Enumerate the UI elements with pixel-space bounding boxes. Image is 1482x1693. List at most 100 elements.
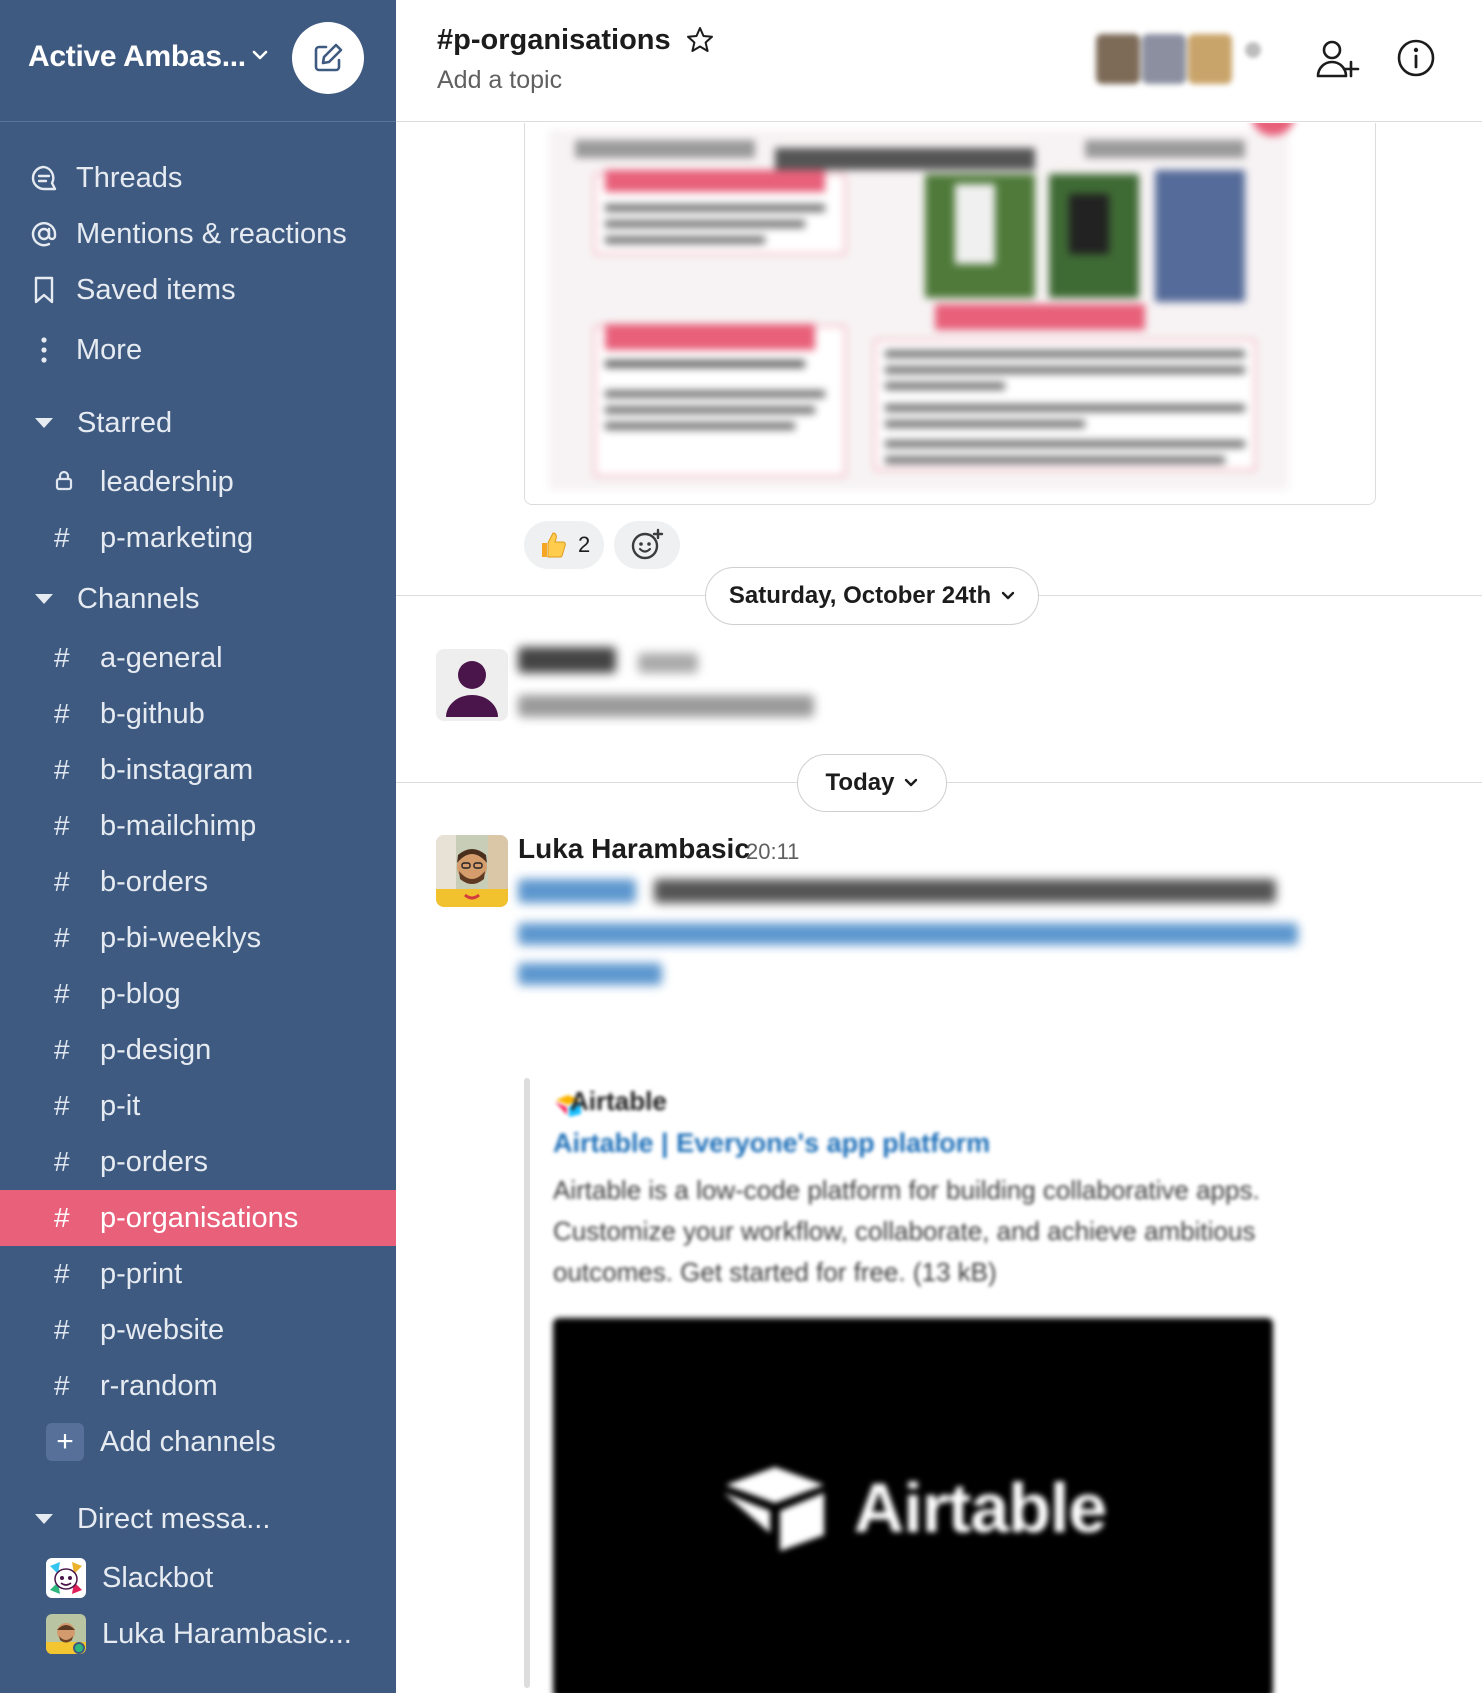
sidebar-item-p-design[interactable]: # p-design: [0, 1022, 396, 1078]
workspace-name[interactable]: Active Ambas...: [28, 40, 246, 74]
section-starred[interactable]: Starred: [0, 392, 396, 454]
add-reaction-icon: [632, 528, 664, 560]
sidebar-item-a-general[interactable]: # a-general: [0, 630, 396, 686]
hash-icon: #: [54, 642, 70, 673]
compose-button[interactable]: [292, 22, 364, 94]
sidebar-item-b-mailchimp[interactable]: # b-mailchimp: [0, 798, 396, 854]
sidebar-item-label: Saved items: [76, 273, 236, 306]
sidebar-item-label: Mentions & reactions: [76, 217, 347, 250]
channel-label: r-random: [100, 1369, 218, 1402]
dm-slackbot[interactable]: Slackbot: [0, 1550, 396, 1606]
sidebar-item-p-it[interactable]: # p-it: [0, 1078, 396, 1134]
chevron-down-icon: [1001, 591, 1015, 600]
sidebar-item-p-bi-weeklys[interactable]: # p-bi-weeklys: [0, 910, 396, 966]
channel-label: p-bi-weeklys: [100, 921, 262, 954]
sidebar-item-leadership[interactable]: leadership: [0, 454, 396, 510]
user-avatar[interactable]: [436, 835, 508, 907]
blurred-link[interactable]: [518, 921, 1298, 952]
user-avatar: [46, 1614, 86, 1654]
add-member-icon[interactable]: [1314, 36, 1360, 82]
channel-label: p-marketing: [100, 521, 254, 554]
chevron-down-icon[interactable]: [251, 46, 269, 64]
hash-icon: #: [54, 698, 70, 729]
member-count[interactable]: [1245, 42, 1261, 58]
channel-label: b-github: [100, 697, 205, 730]
channel-label: leadership: [100, 465, 234, 498]
sidebar-item-p-organisations[interactable]: # p-organisations: [0, 1190, 396, 1246]
hash-icon: #: [54, 1314, 70, 1345]
shared-image-preview[interactable]: [524, 123, 1376, 505]
reaction-thumbs-up[interactable]: 2: [524, 521, 605, 569]
sidebar-item-saved[interactable]: Saved items: [0, 262, 396, 318]
sidebar-item-threads[interactable]: Threads: [0, 150, 396, 206]
threads-icon: [24, 158, 64, 198]
compose-icon: [314, 43, 343, 72]
channel-label: p-organisations: [100, 1201, 299, 1234]
dm-label: Slackbot: [102, 1561, 214, 1594]
plus-icon: +: [46, 1423, 84, 1461]
sidebar-item-more[interactable]: More: [0, 322, 396, 378]
more-vertical-icon: [24, 330, 64, 370]
sidebar-item-r-random[interactable]: # r-random: [0, 1358, 396, 1414]
hash-icon: #: [54, 1090, 70, 1121]
caret-down-icon: [35, 594, 53, 604]
hash-icon: #: [54, 522, 70, 553]
sidebar-item-label: More: [76, 333, 143, 366]
channel-label: b-orders: [100, 865, 208, 898]
sidebar-item-b-instagram[interactable]: # b-instagram: [0, 742, 396, 798]
section-label: Starred: [77, 406, 173, 439]
sidebar-item-b-github[interactable]: # b-github: [0, 686, 396, 742]
section-label: Direct messa...: [77, 1502, 271, 1535]
message-timestamp[interactable]: 20:11: [746, 839, 799, 865]
blurred-link-continued[interactable]: [518, 961, 662, 992]
blurred-message-text: [518, 879, 1276, 910]
sidebar-item-p-marketing[interactable]: # p-marketing: [0, 510, 396, 566]
hash-icon: #: [54, 1146, 70, 1177]
hash-icon: #: [54, 866, 70, 897]
star-icon[interactable]: [685, 25, 715, 55]
date-label: Saturday, October 24th: [728, 582, 992, 609]
hash-icon: #: [54, 1202, 70, 1233]
sidebar-item-mentions[interactable]: Mentions & reactions: [0, 206, 396, 262]
channel-label: a-general: [100, 641, 223, 674]
date-divider-today[interactable]: Today: [797, 754, 947, 812]
blurred-message-body: [518, 693, 814, 724]
member-avatar: [1142, 34, 1186, 84]
channel-label: p-print: [100, 1257, 183, 1290]
channel-topic[interactable]: Add a topic: [437, 66, 562, 95]
message-author[interactable]: Luka Harambasic: [518, 833, 750, 865]
date-divider-saturday[interactable]: Saturday, October 24th: [705, 567, 1039, 625]
preview-image[interactable]: Airtable: [553, 1318, 1273, 1693]
add-reaction-button[interactable]: [614, 521, 681, 569]
channel-label: p-design: [100, 1033, 212, 1066]
preview-title-link[interactable]: Airtable | Everyone's app platform: [553, 1128, 990, 1159]
section-direct-messages[interactable]: Direct messa...: [0, 1488, 396, 1550]
section-channels[interactable]: Channels: [0, 568, 396, 630]
channel-list: # a-general # b-github # b-instagram # b-mailch…: [0, 630, 396, 1414]
default-avatar[interactable]: [436, 649, 508, 721]
dm-luka[interactable]: Luka Harambasic...: [0, 1606, 396, 1662]
channel-label: p-website: [100, 1313, 225, 1346]
channel-label: p-blog: [100, 977, 181, 1010]
caret-down-icon: [35, 1514, 53, 1524]
info-icon[interactable]: [1396, 38, 1436, 78]
sidebar-nav: Threads Mentions & reactions Saved items…: [0, 150, 396, 1662]
sidebar-item-p-blog[interactable]: # p-blog: [0, 966, 396, 1022]
chevron-down-icon: [905, 778, 918, 787]
blurred-document-image: [525, 123, 1375, 504]
sidebar-item-p-website[interactable]: # p-website: [0, 1302, 396, 1358]
sidebar-item-p-print[interactable]: # p-print: [0, 1246, 396, 1302]
sidebar-item-b-orders[interactable]: # b-orders: [0, 854, 396, 910]
add-channels-button[interactable]: + Add channels: [0, 1414, 396, 1470]
hash-icon: #: [54, 922, 70, 953]
member-avatars[interactable]: [1096, 34, 1234, 84]
caret-down-icon: [35, 418, 53, 428]
channel-title[interactable]: #p-organisations: [437, 24, 671, 57]
dm-label: Luka Harambasic...: [102, 1617, 352, 1650]
sidebar: Active Ambas... Threads Mentions & react…: [0, 0, 396, 1693]
lock-icon: [54, 466, 100, 498]
hash-icon: #: [54, 754, 70, 785]
channel-label: b-instagram: [100, 753, 254, 786]
link-preview: Airtable Airtable | Everyone's app platf…: [524, 1078, 1344, 1693]
sidebar-item-p-orders[interactable]: # p-orders: [0, 1134, 396, 1190]
